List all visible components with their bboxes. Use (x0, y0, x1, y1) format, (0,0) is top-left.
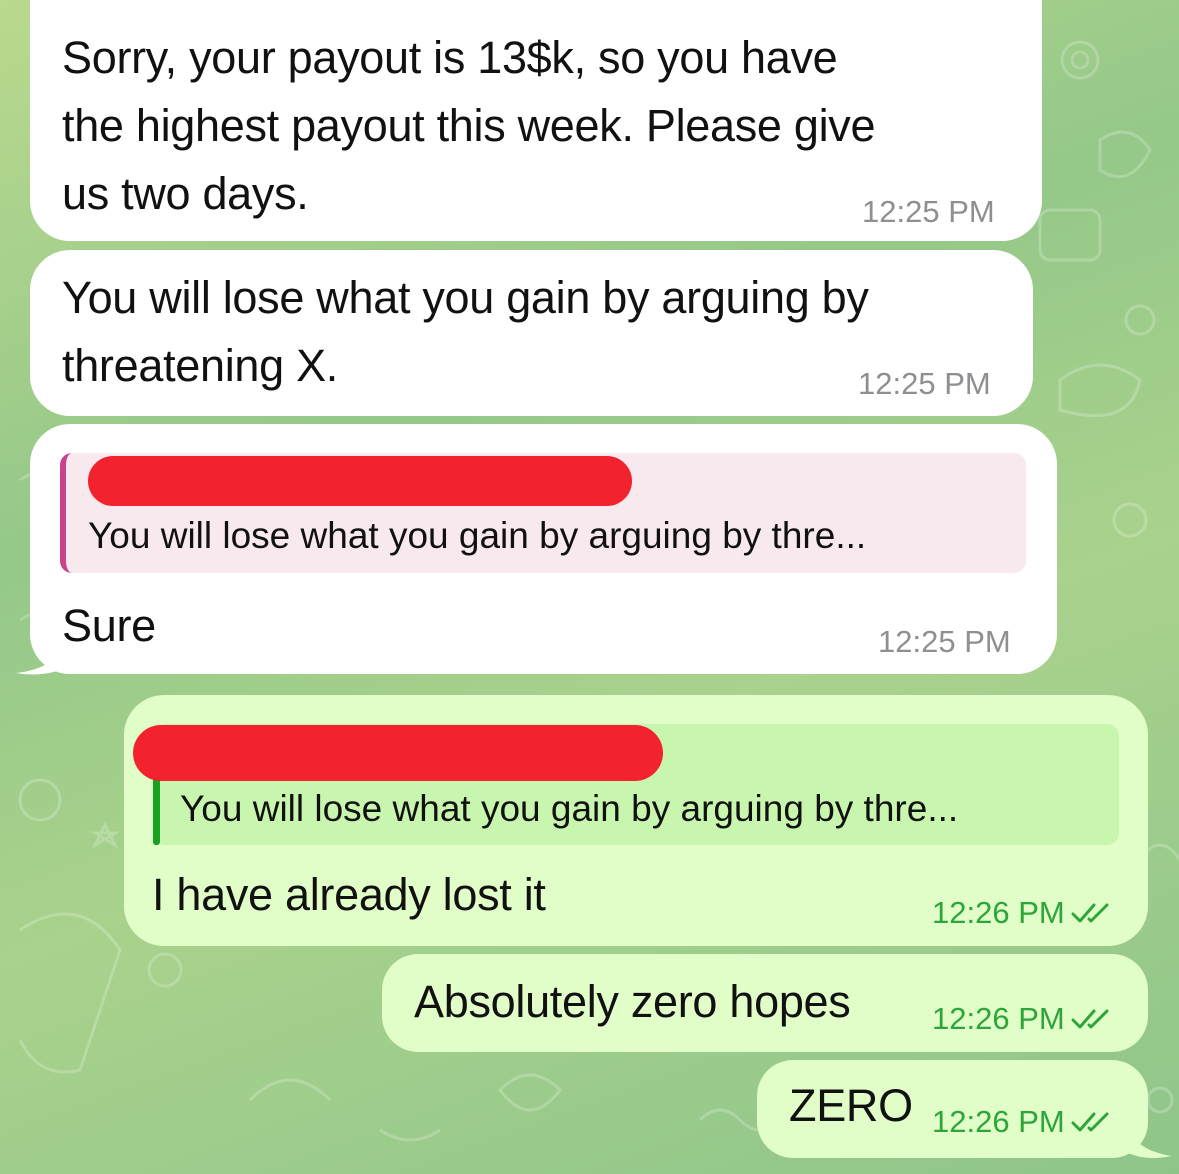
message-time: 12:26 PM (932, 1104, 1117, 1140)
outgoing-message[interactable]: Absolutely zero hopes 12:26 PM (382, 954, 1148, 1052)
redacted-sender-name (88, 456, 632, 506)
message-time: 12:25 PM (878, 624, 1011, 659)
reply-accent-bar (153, 774, 160, 845)
message-time-text: 12:26 PM (932, 1104, 1065, 1139)
double-check-icon (1071, 1009, 1109, 1029)
message-time-text: 12:26 PM (932, 1001, 1065, 1036)
message-time-text: 12:26 PM (932, 895, 1065, 930)
message-time: 12:25 PM (858, 366, 991, 401)
message-text: Sure (62, 600, 156, 651)
double-check-icon (1071, 1112, 1109, 1132)
message-line: us two days. (62, 168, 309, 219)
reply-preview-text: You will lose what you gain by arguing b… (88, 515, 867, 556)
redacted-sender-name (133, 725, 663, 781)
incoming-message[interactable]: You will lose what you gain by arguing b… (30, 424, 1057, 674)
outgoing-message[interactable]: You will lose what you gain by arguing b… (124, 695, 1148, 946)
reply-preview[interactable]: You will lose what you gain by arguing b… (133, 724, 1119, 845)
message-time: 12:26 PM (932, 1001, 1117, 1037)
reply-preview[interactable]: You will lose what you gain by arguing b… (60, 453, 1026, 573)
message-text: I have already lost it (152, 869, 546, 920)
message-line: You will lose what you gain by arguing b… (62, 272, 869, 323)
message-text: You will lose what you gain by arguing b… (62, 264, 869, 400)
message-text: ZERO (789, 1080, 913, 1131)
message-time: 12:25 PM (862, 194, 995, 229)
double-check-icon (1071, 903, 1109, 923)
message-line: Sorry, your payout is 13$k, so you have (62, 32, 838, 83)
incoming-message[interactable]: Sorry, your payout is 13$k, so you have … (30, 0, 1042, 241)
outgoing-message[interactable]: ZERO 12:26 PM (757, 1060, 1148, 1158)
message-text: Absolutely zero hopes (414, 976, 851, 1027)
message-line: threatening X. (62, 340, 338, 391)
message-time: 12:26 PM (932, 895, 1117, 931)
message-line: the highest payout this week. Please giv… (62, 100, 876, 151)
reply-preview-text: You will lose what you gain by arguing b… (180, 788, 959, 829)
incoming-message[interactable]: You will lose what you gain by arguing b… (30, 250, 1033, 416)
message-text: Sorry, your payout is 13$k, so you have … (62, 24, 876, 228)
